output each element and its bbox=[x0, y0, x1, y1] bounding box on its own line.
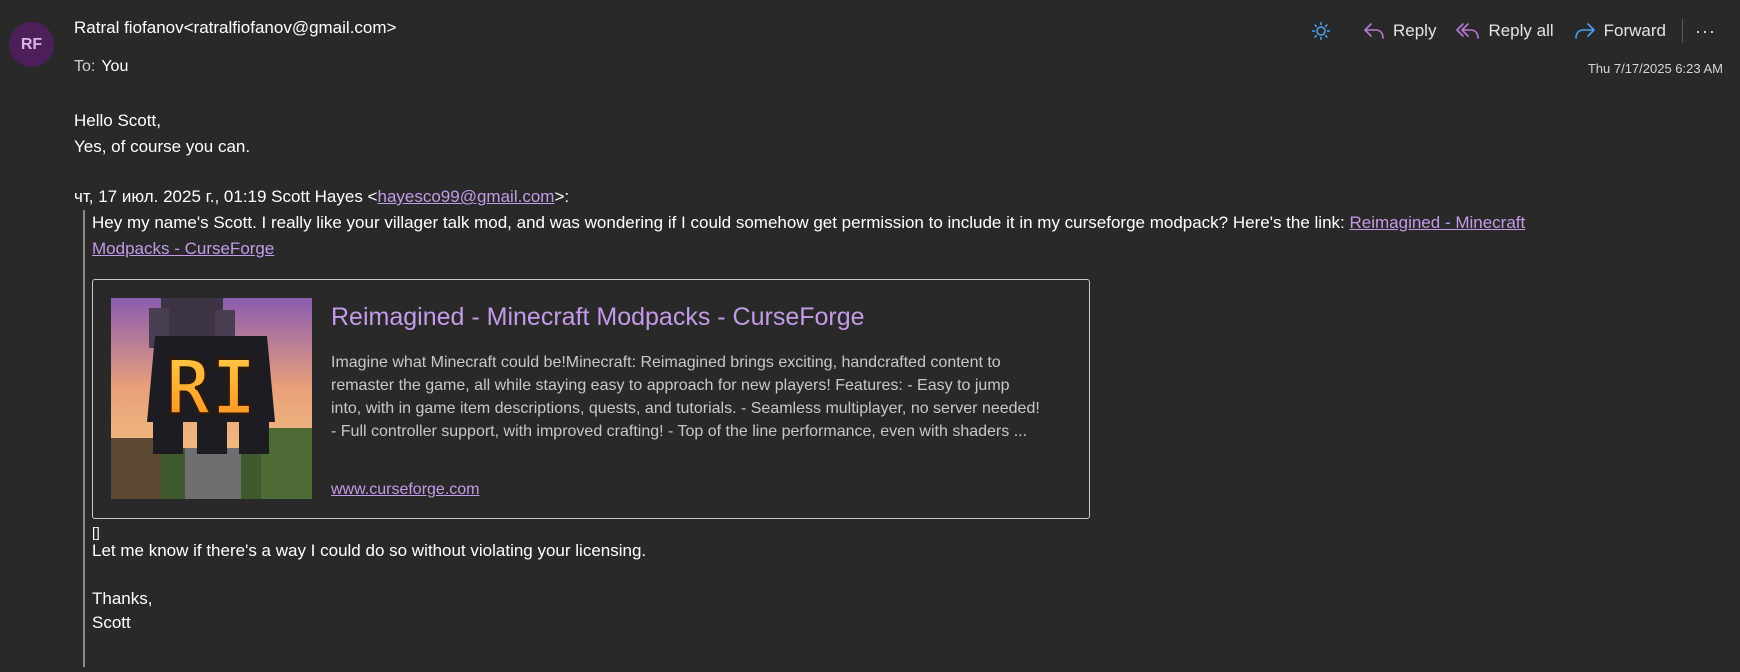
placeholder-glyph: [] bbox=[92, 524, 100, 540]
received-date: Thu 7/17/2025 6:23 AM bbox=[1587, 61, 1723, 76]
reply-all-label: Reply all bbox=[1488, 21, 1554, 40]
reply-button[interactable]: Reply bbox=[1357, 16, 1442, 46]
quote-attribution: чт, 17 июл. 2025 г., 01:19 Scott Hayes <… bbox=[74, 187, 569, 207]
more-icon: ··· bbox=[1695, 20, 1716, 41]
quoted-ask: Let me know if there's a way I could do … bbox=[92, 541, 647, 560]
forward-label: Forward bbox=[1603, 21, 1667, 40]
modpack-link-part1[interactable]: Reimagined - Minecraft bbox=[1350, 213, 1526, 232]
actions-divider bbox=[1682, 19, 1684, 43]
forward-icon bbox=[1574, 23, 1595, 39]
more-actions-button[interactable]: ··· bbox=[1689, 16, 1722, 46]
email-reading-pane: RF Ratral fiofanov<ratralfiofanov@gmail.… bbox=[0, 0, 1740, 672]
quote-bar bbox=[83, 210, 85, 667]
brightness-toggle-button[interactable] bbox=[1301, 16, 1349, 46]
sun-icon bbox=[1311, 21, 1331, 41]
quote-attribution-prefix: чт, 17 июл. 2025 г., 01:19 Scott Hayes < bbox=[74, 187, 378, 206]
to-label: To: bbox=[74, 58, 96, 75]
recipient-row: To: You bbox=[74, 58, 128, 76]
modpack-logo-image: RI bbox=[111, 298, 312, 499]
avatar-initials: RF bbox=[20, 35, 43, 53]
sender-name[interactable]: Ratral fiofanov<ratralfiofanov@gmail.com… bbox=[74, 18, 396, 38]
link-preview-card[interactable]: RI Reimagined - Minecraft Modpacks - Cur… bbox=[92, 279, 1090, 519]
reply-line: Yes, of course you can. bbox=[74, 137, 251, 156]
quoted-thanks: Thanks, bbox=[92, 589, 153, 608]
message-actions: Reply Reply all Forward ··· bbox=[1301, 16, 1722, 46]
reply-greeting: Hello Scott, bbox=[74, 111, 161, 130]
forward-button[interactable]: Forward bbox=[1568, 16, 1672, 46]
reply-icon bbox=[1364, 23, 1384, 39]
sender-avatar[interactable]: RF bbox=[9, 22, 54, 67]
to-value[interactable]: You bbox=[101, 58, 128, 75]
quoted-sender-email-link[interactable]: hayesco99@gmail.com bbox=[377, 187, 554, 206]
modpack-thumbnail[interactable]: RI bbox=[111, 298, 312, 499]
logo-text: RI bbox=[165, 343, 257, 432]
preview-domain-link[interactable]: www.curseforge.com bbox=[331, 481, 480, 499]
modpack-link-part2[interactable]: Modpacks - CurseForge bbox=[92, 239, 274, 258]
quote-attribution-suffix: >: bbox=[554, 187, 570, 206]
preview-description: Imagine what Minecraft could be!Minecraf… bbox=[331, 354, 1040, 440]
quoted-intro: Hey my name's Scott. I really like your … bbox=[92, 210, 1722, 262]
quoted-intro-text: Hey my name's Scott. I really like your … bbox=[92, 213, 1350, 232]
quoted-signature: Scott bbox=[92, 613, 131, 632]
preview-title[interactable]: Reimagined - Minecraft Modpacks - CurseF… bbox=[331, 303, 865, 332]
reply-all-icon bbox=[1456, 23, 1480, 39]
reply-all-button[interactable]: Reply all bbox=[1450, 16, 1559, 46]
reply-label: Reply bbox=[1392, 21, 1437, 40]
